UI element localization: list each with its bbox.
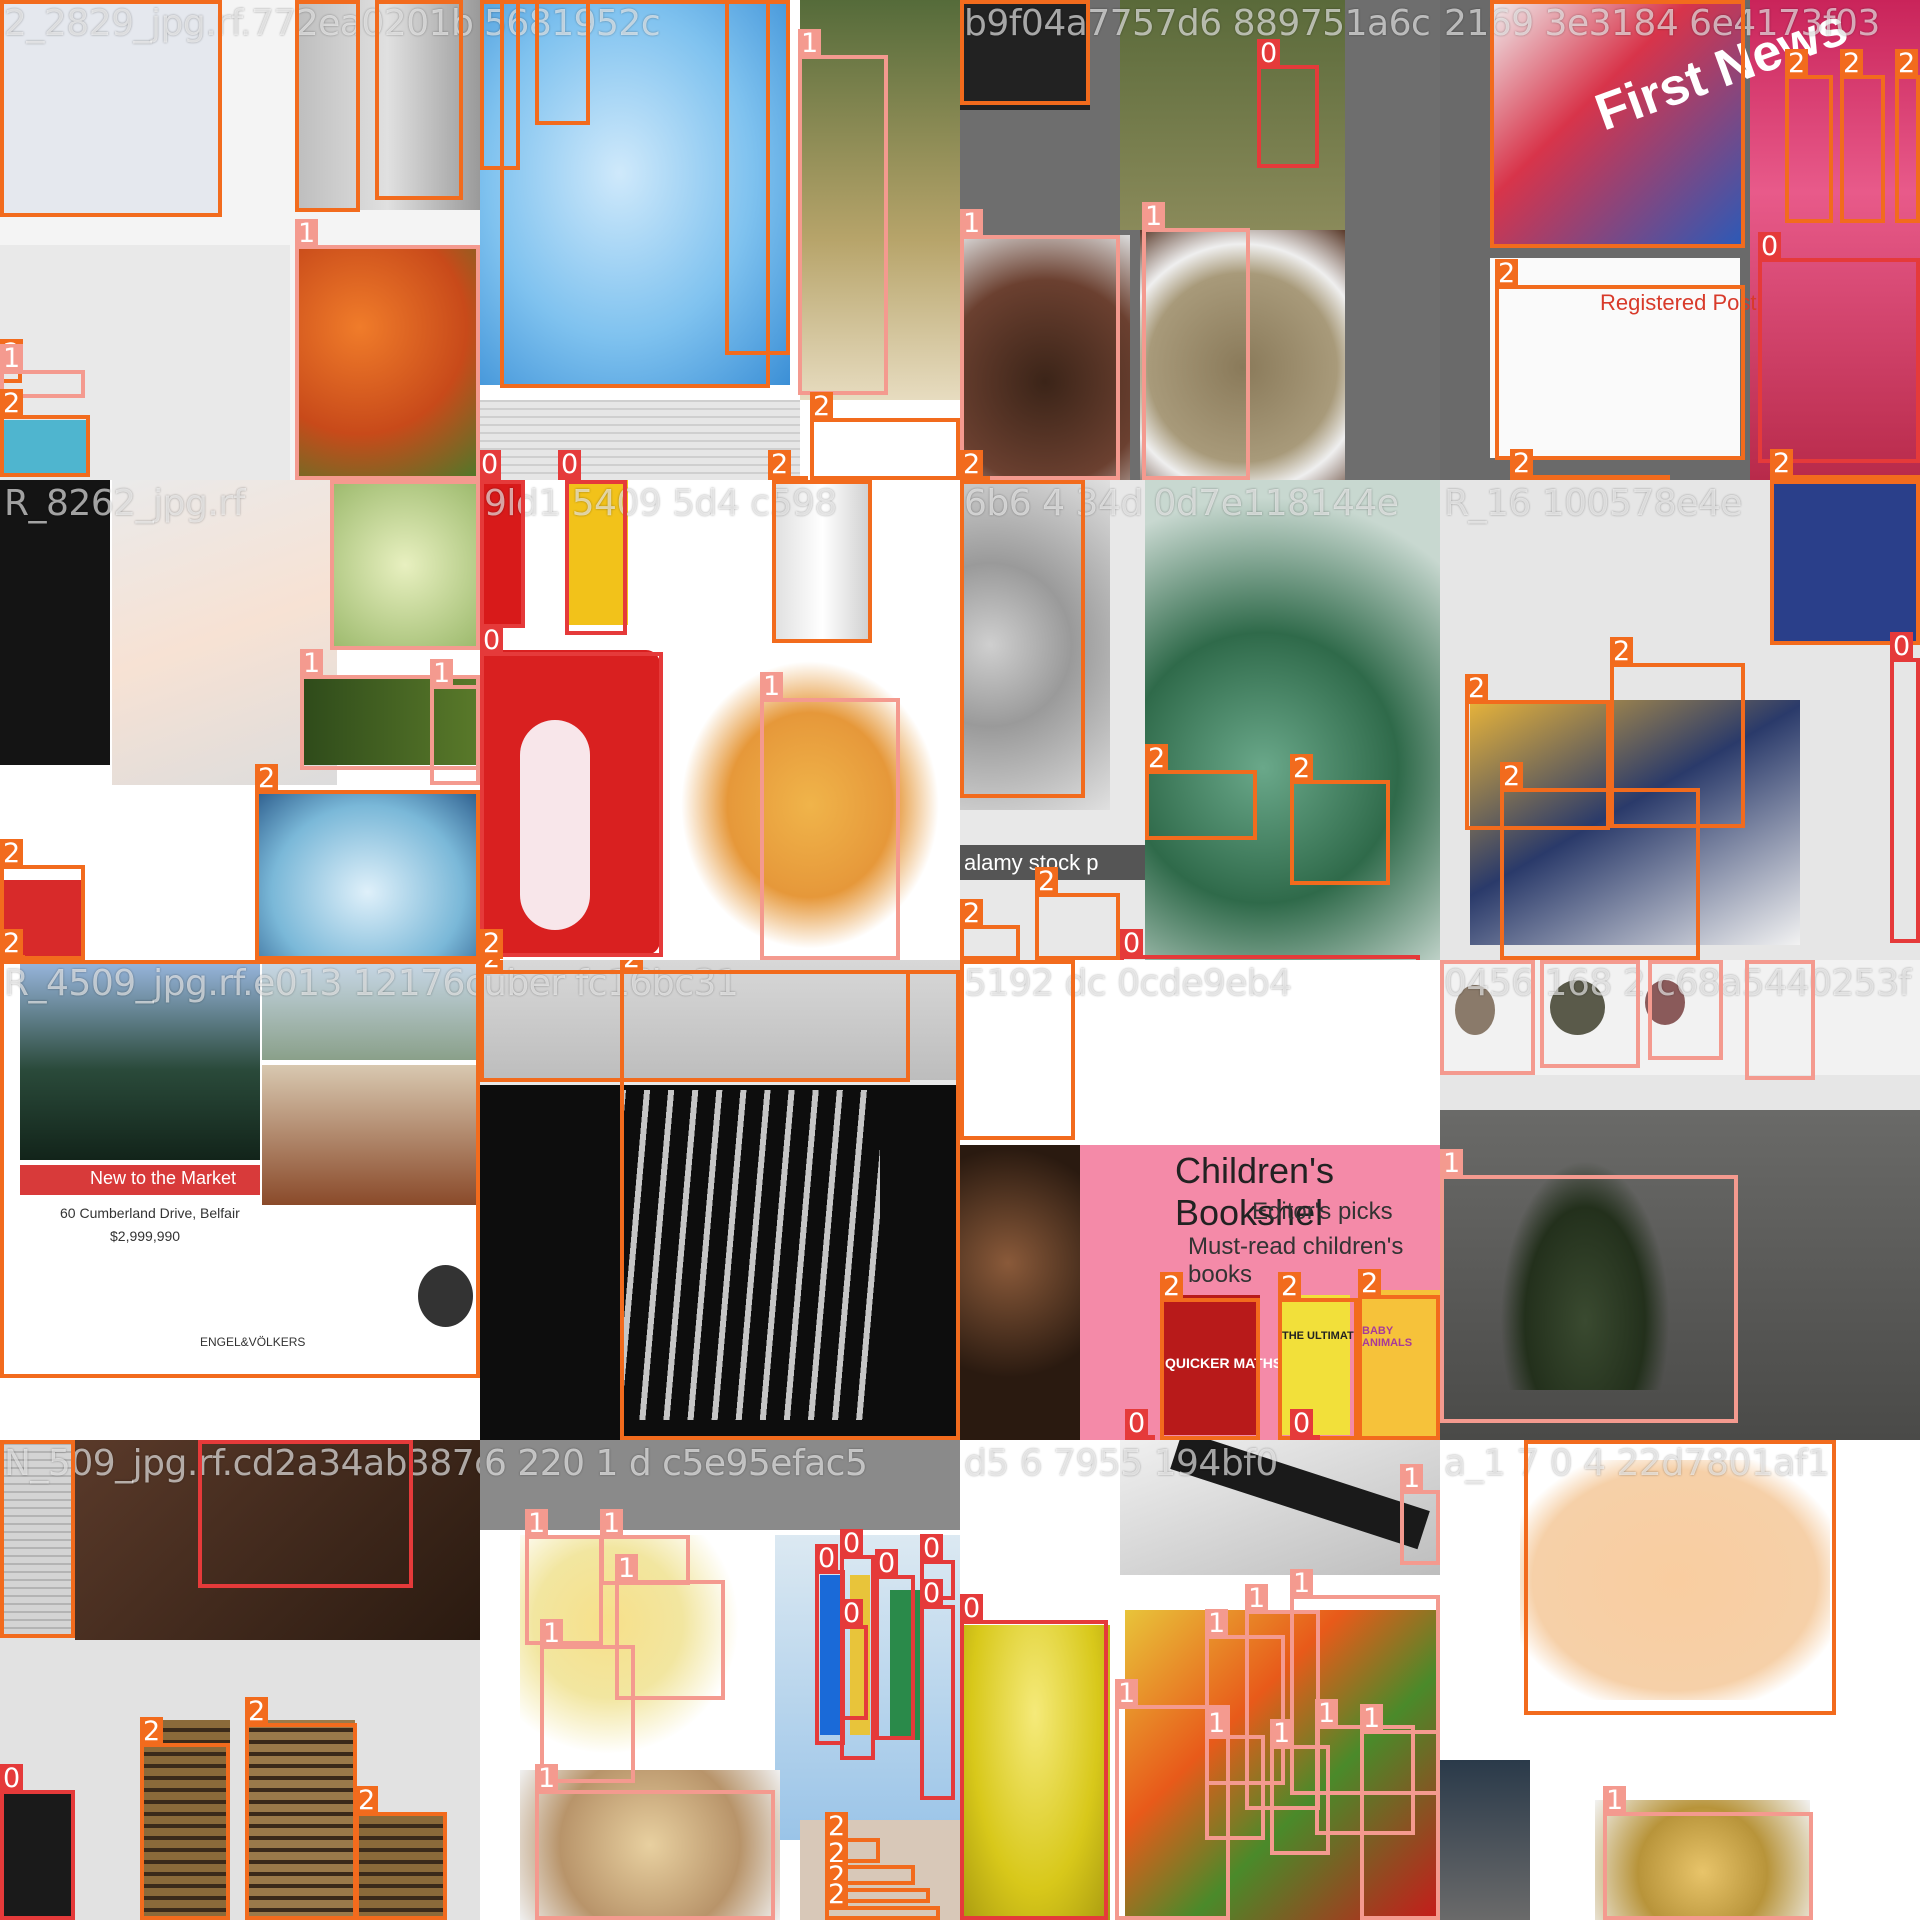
detection-box: 2 (375, 0, 463, 200)
detection-box: 1 (1142, 202, 1250, 480)
detection-box: 2 (1500, 762, 1700, 960)
detection-box: 1 (798, 29, 888, 395)
detection-box: 2 (1495, 259, 1745, 460)
detection-box: 1 (430, 659, 480, 785)
detection-box: 2 (1358, 1269, 1440, 1440)
detection-box: 1 (760, 672, 900, 960)
detection-box: 2 (772, 480, 872, 643)
detection-box: 2 (960, 960, 1075, 1140)
detection-box: 0 (1290, 1409, 1320, 1440)
tile-t02: b9f04a7757d6 889751a6c 2 0 1 1 2 (960, 0, 1440, 480)
tile-t31: 6 220 1 d c5e95efac5 1 1 1 1 1 0 0 0 0 0… (480, 1440, 960, 1920)
detection-box: 2 (620, 960, 960, 1440)
detection-box: 0 (480, 480, 525, 628)
detection-box: 2 (0, 0, 222, 217)
detection-box: 2 (1290, 754, 1390, 885)
detection-box: 2 (1785, 49, 1833, 223)
detection-box: 1 (960, 209, 1120, 480)
tile-t33: a_1 7 0 4 22d7801af1 2 1 (1440, 1440, 1920, 1920)
detection-box: 1 (1440, 960, 1535, 1075)
detection-box: 2 (0, 960, 480, 1378)
detection-box: 0 (1758, 232, 1920, 463)
detection-box: 2 (1840, 49, 1885, 223)
detection-box: 2 (1160, 1272, 1260, 1440)
detection-box: 1 (1648, 960, 1723, 1060)
detection-box: 2 (1490, 0, 1745, 248)
detection-box: 2 (825, 1880, 940, 1920)
detection-box: 2 (1895, 49, 1920, 223)
tile-t11: 9ld1 5409 5d4 c598 0 0 2 0 1 2 (480, 480, 960, 960)
detection-box: 2 (0, 389, 90, 477)
detection-box: 2 (960, 0, 1090, 105)
tile-t03: First News Registered Post 2169 3e3184 6… (1440, 0, 1920, 480)
detection-box: 0 (198, 1440, 413, 1588)
detection-box: 0 (960, 1594, 1108, 1920)
detection-box: 0 (565, 480, 627, 635)
detection-box: 2 (1035, 867, 1120, 960)
detection-box: 1 (295, 219, 480, 480)
newspaper-photo (480, 400, 800, 480)
tile-t01: 5681952c 2 2 2 1 2 2 0 0 2 (480, 0, 960, 480)
detection-box: 2 (1145, 744, 1257, 840)
detection-box: 2 (140, 1717, 230, 1920)
detection-box: 1 (1540, 960, 1640, 1068)
detection-box: 2 (245, 1697, 357, 1920)
detection-box: 2 (1770, 480, 1920, 645)
tile-t30: N_509_jpg.rf.cd2a34ab387c 2 0 0 2 2 2 (0, 1440, 480, 1920)
detection-box: 1 (1440, 1149, 1738, 1423)
dark-scene-photo (1440, 1760, 1530, 1920)
stock-watermark: alamy stock p (964, 850, 1099, 875)
detection-box: 1 (1603, 1786, 1813, 1920)
detection-box: 1 (1745, 960, 1815, 1080)
tile-t13: R_16 100578e4e 2 2 2 2 0 (1440, 480, 1920, 960)
detection-box: 0 (920, 1579, 955, 1800)
tile-t21: uber fc16bc31 2 2 (480, 960, 960, 1440)
detection-box: 1 (600, 1509, 690, 1585)
bookshelf-subtitle-2: Must-read children's books (1188, 1233, 1404, 1288)
detection-box: 0 (0, 1764, 75, 1920)
detection-box: 0 (1257, 39, 1319, 168)
detection-box: 1 (330, 480, 480, 650)
detection-box: 0 (1890, 632, 1920, 943)
detection-box: 0 (480, 626, 663, 957)
detection-box: 2 (810, 392, 960, 480)
detection-box: 0 (840, 1599, 868, 1720)
detection-box: 2 (1524, 1440, 1836, 1715)
detection-box: 1 (1205, 1709, 1265, 1840)
detection-box: 0 (1125, 1409, 1155, 1440)
tile-t12: alamy stock p 6b6 4 34d 0d7e118144e 2 2 … (960, 480, 1440, 960)
detection-box: 0 (1120, 929, 1420, 960)
detection-box: 0 (875, 1549, 915, 1740)
detection-box: 2 (725, 0, 790, 355)
tile-t10: R_8262_jpg.rf 1 1 1 2 2 2 (0, 480, 480, 960)
detection-box: 2 (960, 480, 1085, 798)
detection-box: 1 (525, 1509, 603, 1645)
tile-t22: Children's Bookshel Editor's picks Must-… (960, 960, 1440, 1440)
detection-box: 1 (535, 1764, 775, 1920)
detection-box: 2 (295, 0, 360, 212)
detection-box: 2 (0, 1440, 75, 1638)
grey-band (480, 1440, 960, 1530)
bookshelf-subtitle: Editor's picks (1252, 1198, 1393, 1225)
tile-t23: 0456 168 2 c68a5440253f 1 1 1 1 1 (1440, 960, 1920, 1440)
detection-box: 2 (255, 764, 480, 960)
detection-box: 1 (1400, 1464, 1440, 1565)
dark-panel-photo (0, 480, 110, 765)
tile-t20: New to the Market 60 Cumberland Drive, B… (0, 960, 480, 1440)
tile-t00: 2_2829_jpg.rf.772ea0201b 2 2 2 1 2 1 2 (0, 0, 480, 480)
detection-box: 2 (960, 899, 1020, 960)
frying-pan-photo (960, 1145, 1080, 1440)
detection-box: 2 (355, 1786, 447, 1920)
mosaic-grid: 2_2829_jpg.rf.772ea0201b 2 2 2 1 2 1 2 5… (0, 0, 1920, 1920)
plastic-bottles-photo (1145, 480, 1440, 960)
tile-t32: d5 6 7955 194bf0 0 1 1 1 1 1 1 1 1 1 (960, 1440, 1440, 1920)
detection-box: 1 (1360, 1704, 1440, 1920)
detection-box: 2 (1510, 449, 1670, 480)
